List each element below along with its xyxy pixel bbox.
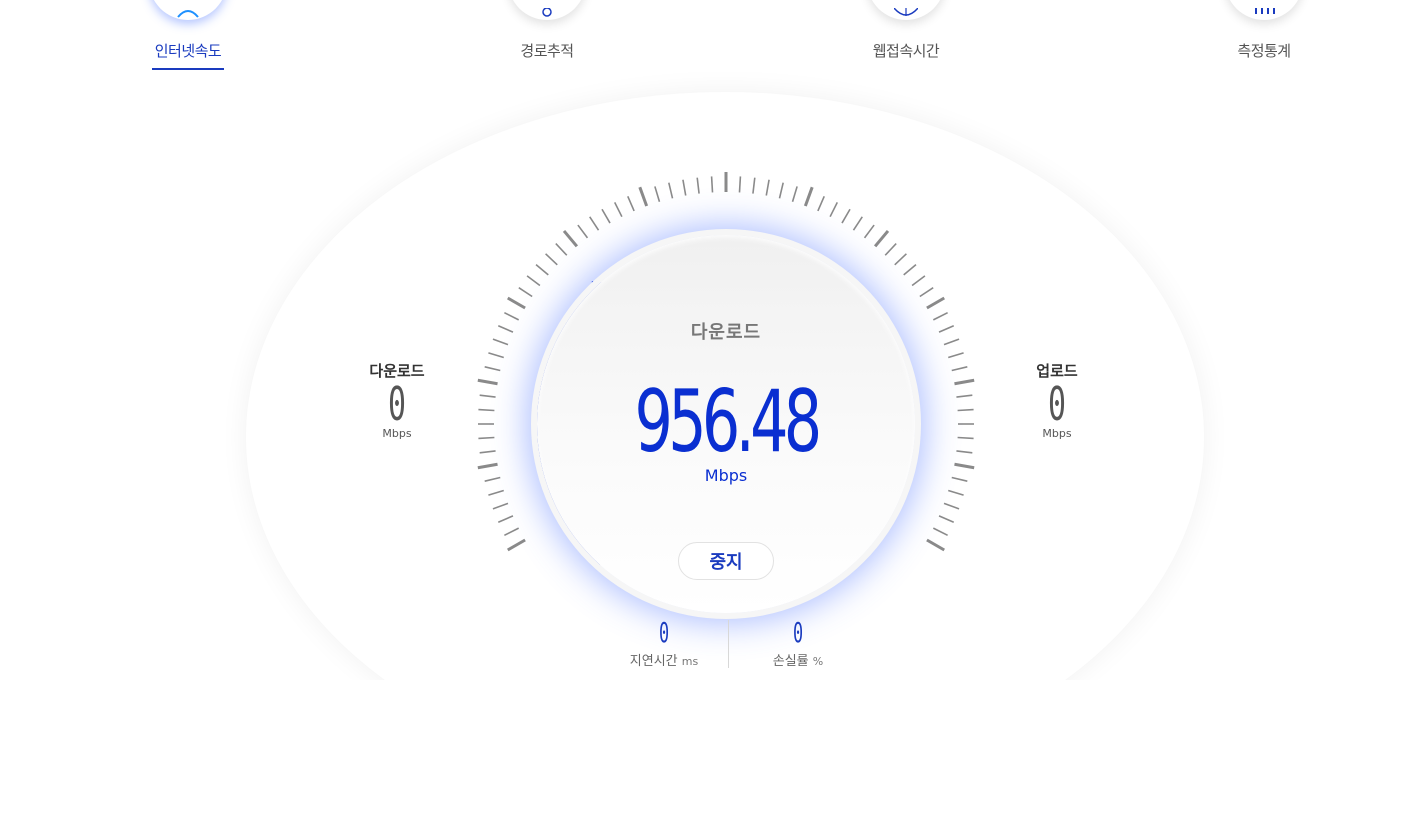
loss-value: 0 <box>792 616 804 649</box>
gauge-tick <box>562 229 579 248</box>
gauge-tick <box>484 476 501 482</box>
gauge-tick <box>627 195 635 212</box>
gauge-tick <box>852 216 863 231</box>
gauge-tick <box>926 538 945 552</box>
gauge-tick <box>526 275 541 287</box>
loss-label: 손실률 <box>772 654 809 669</box>
gauge-tick <box>951 366 968 372</box>
gauge-tick <box>504 311 520 321</box>
gauge-tick <box>497 325 514 333</box>
gauge-tick <box>738 176 742 193</box>
gauge-tick <box>956 394 973 398</box>
gauge-tick <box>954 378 975 386</box>
gauge-tick <box>488 352 504 359</box>
gauge-tick <box>926 296 945 310</box>
gauge-tick <box>477 378 498 386</box>
gauge-tick <box>478 436 495 440</box>
latency-unit: ms <box>681 655 699 668</box>
gauge-tick <box>911 275 926 287</box>
gauge-tick <box>932 527 948 537</box>
gauge-tick <box>919 287 934 298</box>
gauge-tick <box>932 311 948 321</box>
gauge-tick <box>545 253 558 266</box>
gauge-tick <box>765 179 770 196</box>
gauge-tick <box>492 502 509 510</box>
gauge-tick <box>951 476 968 482</box>
gauge-tick <box>518 287 533 298</box>
gauge-tick <box>956 450 973 454</box>
upload-value: 0 <box>1047 377 1066 431</box>
gauge-tick <box>484 366 501 372</box>
gauge-tick <box>654 186 661 202</box>
gauge-tick <box>479 450 496 454</box>
gauge-tick <box>507 538 526 552</box>
stop-button[interactable]: 중지 <box>678 542 774 580</box>
gauge-tick <box>752 177 756 194</box>
gauge-tick <box>477 462 498 470</box>
download-summary: 다운로드 0 Mbps <box>337 360 457 440</box>
gauge-tick <box>791 186 798 202</box>
gauge-tick <box>817 195 825 212</box>
gauge-tick <box>492 338 509 346</box>
gauge-tick <box>938 325 955 333</box>
gauge-tick <box>613 202 623 218</box>
gauge-tick <box>957 436 974 440</box>
gauge-tick <box>943 502 960 510</box>
download-value: 0 <box>387 377 406 431</box>
gauge-tick <box>504 527 520 537</box>
latency-metric: 0 지연시간 ms <box>594 616 734 670</box>
loss-metric: 0 손실률 % <box>728 616 868 670</box>
gauge-tick <box>488 489 504 496</box>
gauge-tick <box>803 186 814 207</box>
gauge-tick <box>589 216 600 231</box>
gauge-tick <box>938 515 955 523</box>
gauge-tick <box>841 208 851 224</box>
gauge-speed-value: 956.48 <box>634 372 822 472</box>
gauge-speed-unit: Mbps <box>704 466 748 485</box>
gauge-tick <box>943 338 960 346</box>
loss-unit: % <box>812 655 824 668</box>
gauge-tick <box>948 489 964 496</box>
gauge-tick <box>479 394 496 398</box>
gauge-tick <box>507 296 526 310</box>
gauge-tick <box>948 352 964 359</box>
latency-label: 지연시간 <box>629 654 678 669</box>
gauge-tick <box>555 243 568 256</box>
gauge-tick <box>957 408 974 412</box>
gauge-tick <box>638 186 649 207</box>
gauge-tick <box>954 462 975 470</box>
upload-summary: 업로드 0 Mbps <box>997 360 1117 440</box>
gauge-tick <box>696 177 700 194</box>
gauge-tick <box>710 176 714 193</box>
gauge-tick <box>535 263 549 276</box>
gauge-tick <box>601 208 611 224</box>
gauge-tick <box>497 515 514 523</box>
gauge-tick <box>903 263 917 276</box>
gauge-mode-label: 다운로드 <box>690 322 762 343</box>
gauge-tick <box>884 243 897 256</box>
gauge-tick <box>577 224 589 239</box>
gauge-tick <box>668 182 674 199</box>
gauge-tick <box>894 253 907 266</box>
gauge-tick <box>778 182 784 199</box>
gauge-tick <box>863 224 875 239</box>
gauge-tick <box>873 229 890 248</box>
gauge-tick <box>478 408 495 412</box>
latency-value: 0 <box>658 616 670 649</box>
gauge-tick <box>829 202 839 218</box>
gauge-tick <box>682 179 687 196</box>
